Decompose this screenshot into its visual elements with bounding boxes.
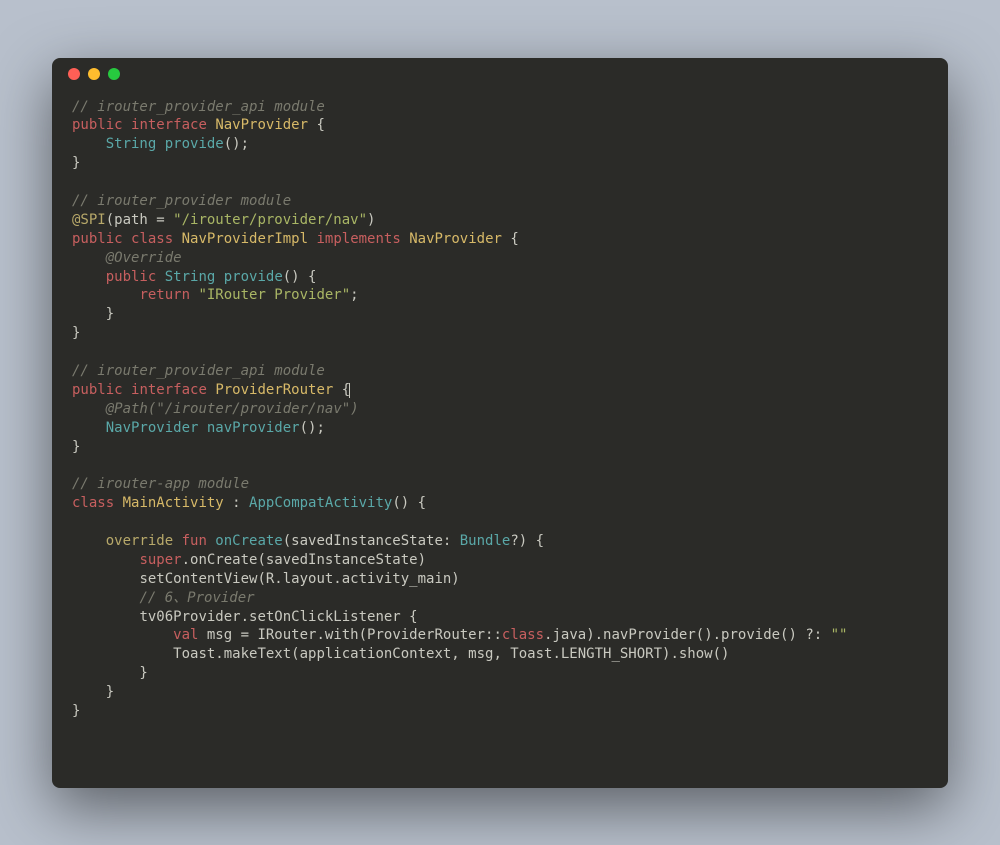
maximize-icon[interactable] [108,68,120,80]
code-keyword: class [502,627,544,643]
code-punc: } [72,325,80,341]
minimize-icon[interactable] [88,68,100,80]
code-string: "/irouter/provider/nav" [156,401,350,417]
code-punc: { [308,117,325,133]
code-indent [72,571,139,587]
code-keyword: public [72,382,123,398]
code-punc: } [72,439,80,455]
code-indent [72,269,106,285]
code-type: NavProvider [106,420,199,436]
code-indent [72,590,139,606]
code-text: setContentView(R.layout.activity_main) [139,571,459,587]
code-punc: () { [392,495,426,511]
code-punc: (savedInstanceState: [283,533,460,549]
code-punc: } [72,665,148,681]
code-punc: } [72,703,80,719]
code-keyword: implements [316,231,400,247]
code-indent [72,552,139,568]
code-string: "" [831,627,848,643]
code-indent [72,627,173,643]
text-cursor-icon [349,383,350,398]
code-classname: NavProvider [215,117,308,133]
code-text: Toast.makeText(applicationContext, msg, … [173,646,729,662]
code-text: .onCreate(savedInstanceState) [182,552,426,568]
code-comment: // 6、Provider [139,590,254,606]
code-punc: ) [367,212,375,228]
code-punc: } [72,306,114,322]
code-text: tv06Provider.setOnClickListener { [139,609,417,625]
code-indent [72,609,139,625]
code-keyword: fun [173,533,207,549]
code-classname: ProviderRouter [215,382,333,398]
code-punc: () { [283,269,317,285]
code-punc: ; [350,287,358,303]
code-punc: (path = [106,212,173,228]
code-keyword: class [72,495,114,511]
code-type: String [106,136,157,152]
code-method: onCreate [207,533,283,549]
code-text: .java).navProvider().provide() ?: [544,627,831,643]
code-comment: // irouter_provider_api module [72,363,325,379]
code-indent [72,420,106,436]
code-keyword: interface [131,382,207,398]
code-classname: NavProviderImpl [182,231,308,247]
code-keyword: public [106,269,157,285]
code-type: AppCompatActivity [249,495,392,511]
code-type: String [165,269,216,285]
code-annotation: @Override [106,250,182,266]
code-punc: ) [350,401,358,417]
code-method: provide [156,136,223,152]
code-punc: (); [300,420,325,436]
code-text: msg = IRouter.with(ProviderRouter:: [198,627,501,643]
code-annotation: @Path [106,401,148,417]
code-punc: ?) { [510,533,544,549]
code-comment: // irouter_provider_api module [72,99,325,115]
code-indent [72,136,106,152]
code-comment: // irouter_provider module [72,193,291,209]
code-indent [72,533,106,549]
code-punc: { [333,382,350,398]
code-punc: } [72,155,80,171]
code-editor[interactable]: // irouter_provider_api module public in… [52,90,948,788]
code-punc: { [502,231,519,247]
code-window: // irouter_provider_api module public in… [52,58,948,788]
code-indent [72,646,173,662]
code-classname: MainActivity [123,495,224,511]
code-punc: } [72,684,114,700]
code-type: Bundle [460,533,511,549]
code-keyword: public [72,231,123,247]
code-keyword: interface [131,117,207,133]
code-comment: // irouter-app module [72,476,249,492]
code-indent [72,250,106,266]
code-punc: (); [224,136,249,152]
code-keyword: return [139,287,190,303]
code-indent [72,287,139,303]
code-string: "/irouter/provider/nav" [173,212,367,228]
code-keyword: class [131,231,173,247]
code-keyword: override [106,533,173,549]
code-indent [72,401,106,417]
code-keyword: val [173,627,198,643]
code-annotation: @SPI [72,212,106,228]
code-keyword: public [72,117,123,133]
close-icon[interactable] [68,68,80,80]
window-titlebar [52,58,948,90]
code-classname: NavProvider [409,231,502,247]
code-keyword: super [139,552,181,568]
code-method: navProvider [198,420,299,436]
code-method: provide [215,269,282,285]
code-string: "IRouter Provider" [190,287,350,303]
code-punc: : [224,495,249,511]
